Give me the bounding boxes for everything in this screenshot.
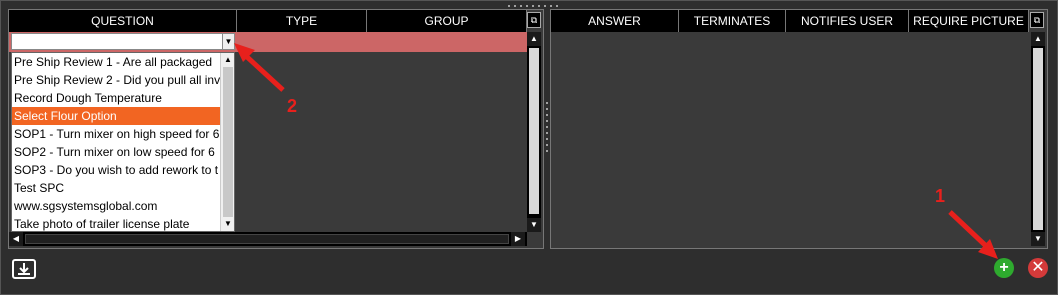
callout-arrow-1 <box>948 210 998 259</box>
annotation-overlay <box>234 43 998 259</box>
callout-arrow-2 <box>234 43 285 92</box>
callout-label-1: 1 <box>935 186 946 206</box>
callout-label-2: 2 <box>287 96 298 116</box>
